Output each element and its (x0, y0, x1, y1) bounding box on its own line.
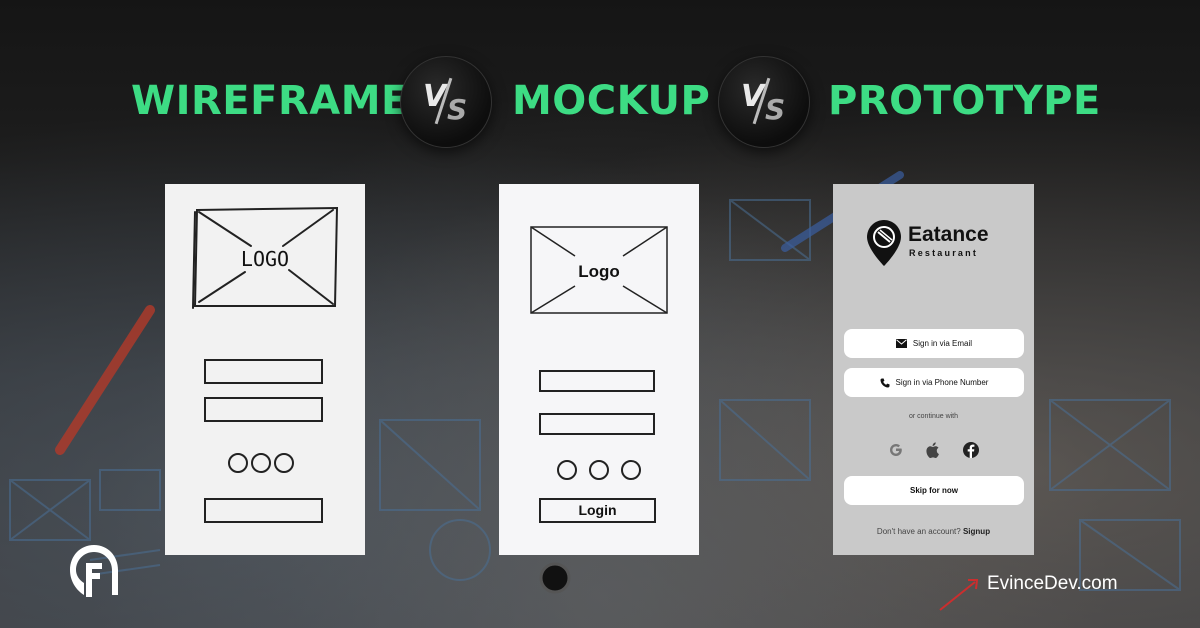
evincedev-helmet-logo-icon (70, 545, 118, 597)
mockup-panel: Logo Login (499, 184, 699, 555)
title-wireframe: WIREFRAME (131, 78, 409, 124)
wireframe-panel: LOGO (165, 184, 365, 555)
wireframe-logo-text: LOGO (241, 247, 289, 271)
mockup-password-field[interactable] (539, 413, 655, 435)
title-mockup: MOCKUP (512, 78, 711, 124)
title-prototype: PROTOTYPE (828, 78, 1101, 124)
title-row: WIREFRAME V S MOCKUP V S PROTOTYPE (0, 56, 1200, 148)
apple-icon[interactable] (923, 440, 943, 460)
sign-in-email-label: Sign in via Email (912, 339, 973, 348)
or-continue-text: or continue with (908, 413, 959, 420)
mockup-social-circle[interactable] (557, 460, 577, 480)
prototype-brand-sub: Restaurant (909, 248, 979, 258)
email-icon (895, 339, 907, 348)
prototype-panel: Eatance Restaurant Sign in via Email Sig… (833, 184, 1034, 555)
vs-badge-1: V S (400, 56, 492, 148)
mockup-social-circle[interactable] (621, 460, 641, 480)
vs-letter-s: S (447, 93, 468, 126)
sign-in-email-button[interactable]: Sign in via Email (844, 329, 1024, 358)
skip-for-now-button[interactable]: Skip for now (844, 476, 1024, 505)
vs-letter-s: S (765, 93, 786, 126)
vs-badge-2: V S (718, 56, 810, 148)
signup-prompt: Don't have an account? Signup (833, 527, 1034, 536)
evincedev-url[interactable]: EvinceDev.com (987, 573, 1118, 595)
mockup-login-button[interactable]: Login (539, 498, 656, 523)
mockup-logo-text: Logo (578, 262, 620, 281)
phone-icon (880, 378, 890, 387)
wireframe-sketch: LOGO (192, 206, 339, 523)
mockup-social-circle[interactable] (589, 460, 609, 480)
sign-in-phone-button[interactable]: Sign in via Phone Number (844, 368, 1024, 397)
sign-in-phone-label: Sign in via Phone Number (895, 378, 989, 387)
signup-prompt-text: Don't have an account? (876, 527, 961, 536)
facebook-icon[interactable] (961, 440, 981, 460)
google-icon[interactable] (886, 440, 906, 460)
location-pin-icon (867, 220, 901, 266)
prototype-brand-name: Eatance (908, 223, 989, 246)
mockup-username-field[interactable] (539, 370, 655, 392)
signup-link[interactable]: Signup (963, 527, 990, 536)
